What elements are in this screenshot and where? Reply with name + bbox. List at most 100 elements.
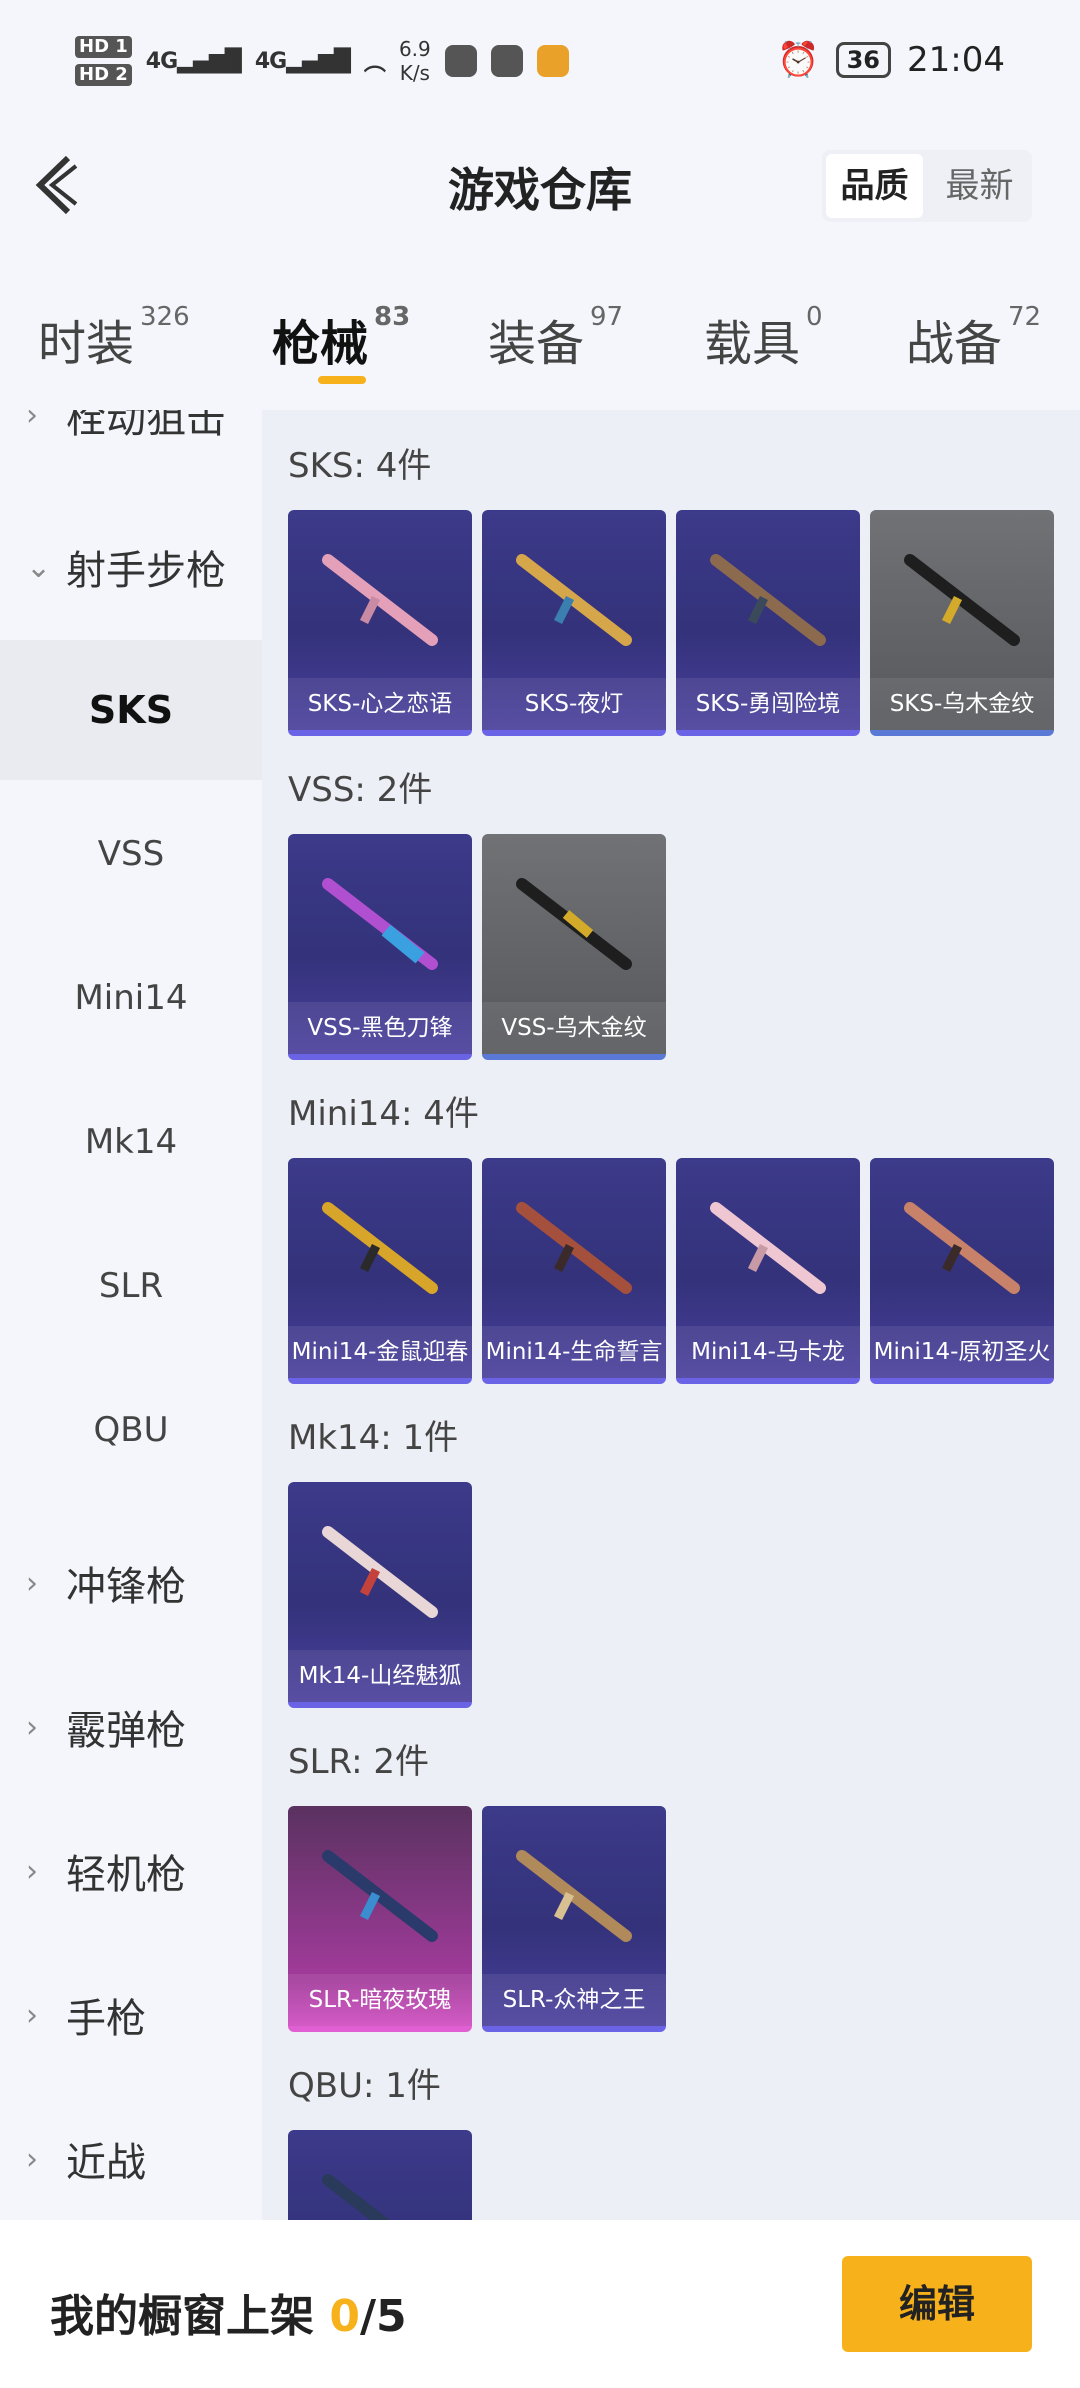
item-name: Mini14-马卡龙	[676, 1326, 860, 1378]
chevron-right-icon: ›	[26, 1565, 38, 1601]
item-name: SLR-众神之王	[482, 1974, 666, 2026]
wifi-icon: ︵	[363, 51, 386, 76]
sort-toggle: 品质 最新	[822, 150, 1032, 222]
item-name: SKS-心之恋语	[288, 678, 472, 730]
group-title-sks: SKS: 4件	[288, 446, 432, 486]
rifle-icon	[516, 1202, 632, 1294]
item-card[interactable]: Mini14-生命誓言	[482, 1158, 666, 1384]
tab-fashion[interactable]: 时装 326	[38, 302, 190, 374]
sidebar-cat-label: 手枪	[66, 1996, 146, 2042]
network-speed: 6.9 K/s	[399, 37, 431, 85]
chevron-right-icon: ›	[26, 2141, 38, 2177]
tab-vehicles[interactable]: 载具 0	[704, 302, 823, 374]
sidebar-sub-slr[interactable]: SLR	[0, 1216, 262, 1356]
item-name: Mini14-原初圣火	[870, 1326, 1054, 1378]
item-card[interactable]: Mk14-山经魅狐	[288, 1482, 472, 1708]
rifle-icon	[322, 1202, 438, 1294]
hd-indicators: HD 1 HD 2	[75, 36, 132, 86]
showcase-label: 我的橱窗上架	[50, 2291, 314, 2342]
sidebar-sub-mini14[interactable]: Mini14	[0, 928, 262, 1068]
status-right: ⏰ 36 21:04	[777, 40, 1005, 80]
item-grid: SKS: 4件 SKS-心之恋语 SKS-夜灯 SKS-勇闯险境 SKS-乌木金…	[262, 410, 1080, 2220]
chevron-down-icon: ⌄	[26, 549, 52, 585]
sidebar-sub-vss[interactable]: VSS	[0, 784, 262, 924]
showcase-counter: 我的橱窗上架 0/5	[50, 2280, 407, 2344]
sidebar-cat-lmg[interactable]: › 轻机枪	[0, 1816, 262, 1926]
item-name: Mk14-山经魅狐	[288, 1650, 472, 1702]
tab-count: 72	[1008, 302, 1042, 332]
item-card[interactable]	[288, 2130, 472, 2220]
item-card[interactable]: Mini14-金鼠迎春	[288, 1158, 472, 1384]
chevron-right-icon: ›	[26, 1709, 38, 1745]
rifle-icon	[516, 878, 632, 970]
rifle-icon	[322, 1850, 438, 1942]
tab-count: 0	[806, 302, 823, 332]
item-card[interactable]: VSS-乌木金纹	[482, 834, 666, 1060]
rifle-icon	[516, 554, 632, 646]
rifle-icon	[904, 1202, 1020, 1294]
rifle-icon	[904, 554, 1020, 646]
sidebar-cat-label: 霰弹枪	[66, 1708, 186, 1754]
item-card[interactable]: Mini14-原初圣火	[870, 1158, 1054, 1384]
battery-icon: 36	[835, 42, 892, 78]
tab-label: 装备	[488, 316, 585, 372]
item-card[interactable]: SLR-众神之王	[482, 1806, 666, 2032]
sidebar-sub-qbu[interactable]: QBU	[0, 1360, 262, 1500]
item-name: SLR-暗夜玫瑰	[288, 1974, 472, 2026]
item-card[interactable]: Mini14-马卡龙	[676, 1158, 860, 1384]
sidebar-cat-shotgun[interactable]: › 霰弹枪	[0, 1672, 262, 1782]
rifle-icon	[516, 1850, 632, 1942]
item-name: SKS-夜灯	[482, 678, 666, 730]
rifle-icon	[322, 878, 438, 970]
signal-icon: 4G▂▄▆█	[145, 48, 242, 74]
item-name: SKS-乌木金纹	[870, 678, 1054, 730]
tab-count: 326	[140, 302, 190, 332]
sort-quality-button[interactable]: 品质	[826, 154, 923, 218]
showcase-total: /5	[359, 2291, 407, 2342]
sort-newest-button[interactable]: 最新	[931, 154, 1028, 218]
group-title-mk14: Mk14: 1件	[288, 1418, 459, 1458]
sidebar-cat-bolt-sniper[interactable]: › 栓动狙击	[0, 410, 262, 470]
rifle-icon	[710, 554, 826, 646]
edit-button[interactable]: 编辑	[842, 2256, 1032, 2352]
item-card[interactable]: SLR-暗夜玫瑰	[288, 1806, 472, 2032]
group-title-mini14: Mini14: 4件	[288, 1094, 479, 1134]
active-tab-indicator	[318, 376, 366, 384]
item-card[interactable]: SKS-心之恋语	[288, 510, 472, 736]
tab-supplies[interactable]: 战备 72	[906, 302, 1042, 374]
sidebar-cat-marksman[interactable]: ⌄ 射手步枪	[0, 512, 262, 622]
sidebar-sub-mk14[interactable]: Mk14	[0, 1072, 262, 1212]
item-card[interactable]: VSS-黑色刀锋	[288, 834, 472, 1060]
hd1-badge: HD 1	[75, 36, 132, 58]
chevron-right-icon: ›	[26, 1853, 38, 1889]
rifle-icon	[322, 1526, 438, 1618]
sidebar-cat-smg[interactable]: › 冲锋枪	[0, 1528, 262, 1638]
category-tabs: 时装 326 枪械 83 装备 97 载具 0 战备 72	[0, 290, 1080, 410]
chevron-right-icon: ›	[26, 1997, 38, 2033]
status-left: HD 1 HD 2 4G▂▄▆█ 4G▂▄▆█ ︵ 6.9 K/s	[75, 36, 569, 86]
sidebar-cat-melee[interactable]: › 近战	[0, 2104, 262, 2214]
sidebar-cat-label: 冲锋枪	[66, 1564, 186, 1610]
tab-guns[interactable]: 枪械 83	[272, 302, 411, 374]
item-card[interactable]: SKS-夜灯	[482, 510, 666, 736]
tab-label: 载具	[704, 316, 801, 372]
tab-label: 枪械	[272, 316, 369, 372]
speed-unit: K/s	[399, 61, 430, 85]
sidebar-sub-sks[interactable]: SKS	[0, 640, 262, 780]
signal-1-label: 4G	[145, 48, 178, 74]
item-name: Mini14-生命誓言	[482, 1326, 666, 1378]
signal-2-label: 4G	[254, 48, 287, 74]
bottom-bar: 我的橱窗上架 0/5 编辑	[0, 2220, 1080, 2388]
rifle-icon	[710, 1202, 826, 1294]
signal-icon-2: 4G▂▄▆█	[254, 48, 351, 74]
tab-count: 83	[374, 302, 411, 332]
header: 游戏仓库 品质 最新	[0, 130, 1080, 240]
tab-equipment[interactable]: 装备 97	[488, 302, 623, 374]
sidebar-cat-pistol[interactable]: › 手枪	[0, 1960, 262, 2070]
rifle-icon	[322, 554, 438, 646]
status-bar: HD 1 HD 2 4G▂▄▆█ 4G▂▄▆█ ︵ 6.9 K/s ⏰ 36 2…	[0, 0, 1080, 130]
item-card[interactable]: SKS-乌木金纹	[870, 510, 1054, 736]
tv-app-icon	[444, 45, 477, 77]
bag-app-icon	[490, 45, 523, 77]
item-card[interactable]: SKS-勇闯险境	[676, 510, 860, 736]
